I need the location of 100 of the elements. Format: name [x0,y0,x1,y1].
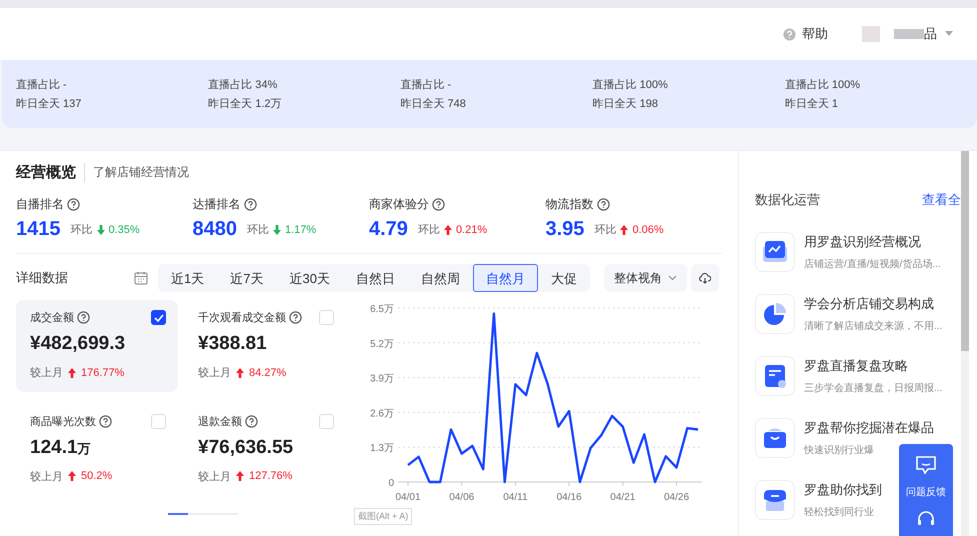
x-tick-label: 04/26 [664,492,690,503]
y-tick-label: 5.2万 [370,338,394,350]
view-all-link[interactable]: 查看全 [922,191,961,209]
card-label: 成交金额 [30,310,74,325]
metric-value: 4.79 [369,218,408,241]
metric-value: 1415 [16,218,60,241]
view-dropdown[interactable]: 整体视角 [604,264,687,292]
range-tab[interactable]: 近1天 [158,264,218,292]
metric-value: 3.95 [546,218,584,241]
card-label: 商品曝光次数 [30,414,96,428]
live-ratio: 直播占比 - [16,78,68,92]
guide-title[interactable]: 罗盘帮你挖掘潜在爆品 [804,419,934,437]
x-tick-label: 04/06 [449,492,474,503]
guide-title[interactable]: 用罗盘识别经营概况 [804,233,921,251]
cloud-download-icon [698,272,711,284]
change-percent: 176.77% [81,366,124,378]
y-tick-label: 3.9万 [370,374,394,385]
guide-title[interactable]: 学会分析店铺交易构成 [804,295,934,313]
checkbox[interactable] [151,310,166,325]
guide-icon [755,356,795,396]
user-name[interactable]: 品 [924,25,937,43]
help-icon[interactable] [99,414,112,428]
chat-icon [915,454,937,474]
range-tab[interactable]: 近7天 [217,264,276,292]
change-percent: 127.76% [249,470,292,482]
range-tab[interactable]: 自然周 [408,264,473,292]
y-tick-label: 6.5万 [370,304,394,315]
x-tick-label: 04/11 [503,492,528,503]
y-tick-label: 2.6万 [370,408,394,420]
section-title: 经营概览 [16,163,85,182]
section-title: 数据化运营 [755,191,820,209]
download-button[interactable] [690,264,719,292]
metric-label: 自播排名 [16,196,64,213]
compare-label: 环比 [418,223,440,237]
guide-icon [755,480,795,520]
help-icon[interactable] [77,311,90,324]
card-value: ¥76,636.55 [198,436,294,458]
compare-label: 较上月 [198,366,231,380]
guide-title[interactable]: 罗盘直播复盘攻略 [804,357,908,375]
change-percent: 1.17% [285,224,316,236]
change-percent: 50.2% [81,470,112,482]
caret-icon [945,31,953,37]
y-tick-label: 0 [388,478,394,489]
checkmark-icon [154,314,164,322]
card-value: 124.1万 [30,436,92,458]
help-icon[interactable] [432,198,445,211]
card-value: ¥482,699.3 [30,333,126,355]
x-tick-label: 04/16 [556,492,582,503]
metric-label: 达播排名 [192,196,240,213]
range-tab[interactable]: 近30天 [276,264,343,292]
live-ratio: 直播占比 - [400,78,452,92]
live-ratio: 直播占比 34% [208,78,278,92]
feedback-label: 问题反馈 [906,486,946,499]
help-icon[interactable] [289,311,302,324]
compare-label: 环比 [594,223,616,237]
card-value: ¥388.81 [198,333,268,355]
guide-icon [755,294,795,334]
metric-card[interactable]: 退款金额 ¥76,636.55 较上月 127.76% [184,404,346,496]
range-tab[interactable]: 大促 [538,264,590,292]
scrollbar[interactable] [961,151,969,536]
help-link[interactable]: 帮助 [802,25,828,43]
help-icon[interactable] [244,198,256,211]
yesterday-total: 昨日全天 1.2万 [208,97,283,111]
change-percent: 0.21% [456,224,488,236]
headset-icon [916,510,936,526]
feedback-widget[interactable]: 问题反馈 [899,444,953,536]
compare-label: 较上月 [30,366,63,380]
metric-card[interactable]: 成交金额 ¥482,699.3 较上月 176.77% [16,300,178,392]
card-label: 退款金额 [198,414,242,428]
help-icon[interactable] [596,198,610,211]
change-percent: 0.35% [108,224,140,236]
metric-card[interactable]: 商品曝光次数 124.1万 较上月 50.2% [16,404,178,496]
yesterday-total: 昨日全天 137 [16,97,82,111]
yesterday-total: 昨日全天 748 [400,97,467,111]
compare-label: 较上月 [30,470,63,484]
guide-icon [755,418,795,458]
yesterday-total: 昨日全天 198 [592,97,660,111]
x-tick-label: 04/01 [395,492,421,503]
guide-icon [755,232,795,272]
live-ratio: 直播占比 100% [784,78,862,92]
metric-value: 8480 [192,218,237,241]
blurred-name [894,29,924,39]
help-icon[interactable] [67,198,80,211]
live-ratio: 直播占比 100% [592,78,669,92]
x-tick-label: 04/21 [610,492,636,503]
screenshot-hint: 截图(Alt + A) [354,508,412,525]
avatar [862,26,880,42]
change-percent: 0.06% [632,224,664,236]
y-tick-label: 1.3万 [370,443,394,454]
guide-description: 三步学会直播复盘，日报周报... [804,382,942,395]
range-tab[interactable]: 自然月 [472,264,538,292]
range-tab[interactable]: 自然日 [342,264,408,292]
guide-title[interactable]: 罗盘助你找到 [804,481,882,499]
metric-label: 商家体验分 [369,196,429,213]
help-icon[interactable] [245,414,258,428]
metric-card[interactable]: 千次观看成交金额 ¥388.81 较上月 84.27% [184,300,346,392]
carousel-indicator [168,513,238,515]
metric-label: 物流指数 [546,196,594,213]
compare-label: 环比 [70,223,92,237]
calendar-icon[interactable] [134,271,148,285]
